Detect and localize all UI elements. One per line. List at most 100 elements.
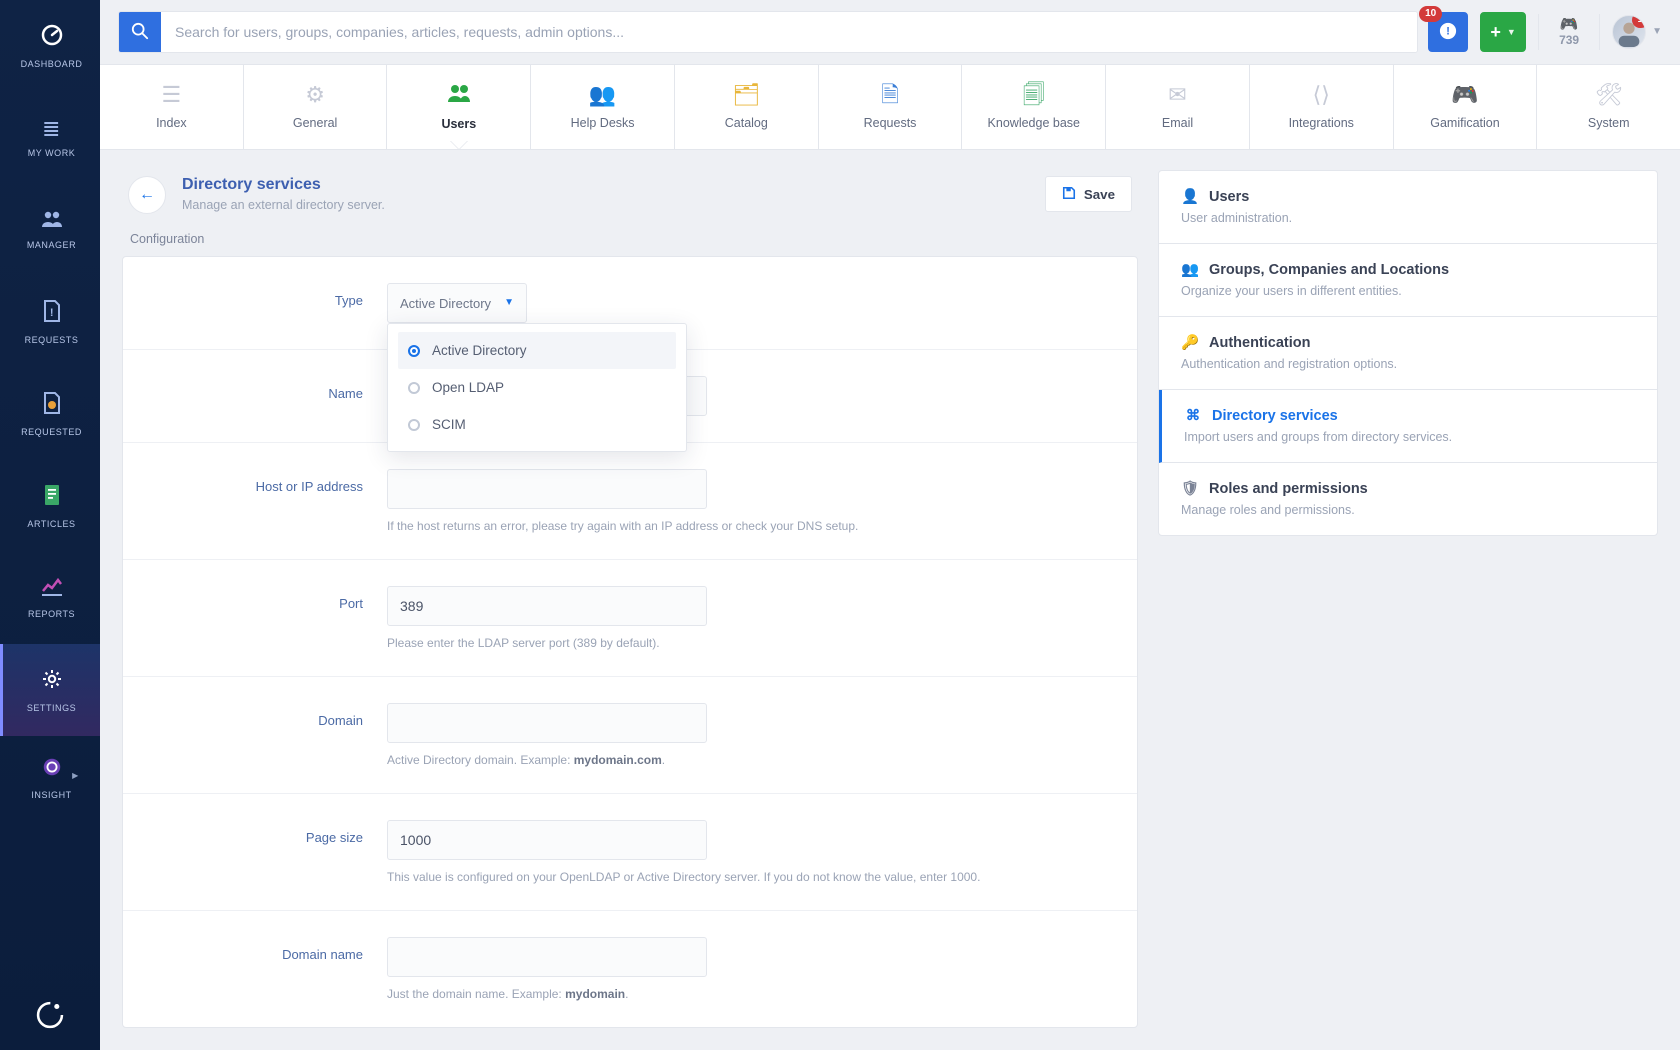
rail-item-dashboard[interactable]: DASHBOARD [0,0,100,92]
rail-item-insight[interactable]: INSIGHT ▶ [0,736,100,828]
tab-label: Catalog [725,116,768,130]
top-bar: 10 ! + ▼ 🎮 739 1 [100,0,1680,64]
users-subnav: 👤Users User administration. 👥 Groups, Com… [1158,170,1658,536]
tab-gamification[interactable]: 🎮Gamification [1394,65,1538,149]
save-label: Save [1084,187,1115,202]
rail-label: REPORTS [28,609,75,619]
gauge-icon [40,23,64,51]
rail-item-manager[interactable]: MANAGER [0,184,100,276]
rail-item-reports[interactable]: REPORTS [0,552,100,644]
save-button[interactable]: Save [1045,176,1132,212]
domain-name-help: Just the domain name. Example: mydomain. [387,987,1107,1001]
user-icon: 👤 [1181,190,1199,205]
key-icon: 🔑 [1181,336,1199,351]
tab-label: Integrations [1289,116,1354,130]
search-button[interactable] [119,11,161,53]
doc-icon [42,483,62,511]
host-input[interactable] [387,469,707,509]
rail-label: REQUESTED [21,427,82,437]
helpdesk-icon: 👥 [589,84,616,106]
subnav-desc: Import users and groups from directory s… [1184,430,1635,444]
user-menu[interactable]: 1 ▼ [1612,15,1662,49]
type-option-scim[interactable]: SCIM [398,406,676,443]
subnav-title: Roles and permissions [1209,481,1368,497]
section-label: Configuration [130,232,1138,246]
subnav-desc: User administration. [1181,211,1635,225]
search-input[interactable] [161,12,1417,52]
gamepad-icon: 🎮 [1560,17,1579,32]
chevron-down-icon: ▼ [1507,28,1516,37]
file-alert-icon: 🗎 [881,84,899,106]
tab-users[interactable]: Users [387,65,531,149]
chevron-down-icon: ▼ [504,298,514,308]
tab-kb[interactable]: 🗐 Knowledge base [962,65,1106,149]
subnav-auth[interactable]: 🔑Authentication Authentication and regis… [1159,317,1657,390]
tab-integrations[interactable]: ⟨⟩ Integrations [1250,65,1394,149]
chevron-right-icon: ▶ [72,772,79,780]
tab-helpdesks[interactable]: 👥 Help Desks [531,65,675,149]
page-title: Directory services [182,176,385,194]
rail-item-articles[interactable]: ARTICLES [0,460,100,552]
list-icon: ≣ [42,118,61,140]
tab-general[interactable]: ⚙General [244,65,388,149]
tab-label: Requests [864,116,917,130]
folder-icon: 🗂 [732,84,760,106]
tab-system[interactable]: 🛠System [1537,65,1680,149]
global-search [118,11,1418,53]
notifications-button[interactable]: 10 ! [1428,12,1468,52]
radio-icon [408,345,420,357]
page-subtitle: Manage an external directory server. [182,198,385,212]
plus-icon: + [1490,23,1501,41]
radio-icon [408,419,420,431]
rail-item-requested[interactable]: REQUESTED [0,368,100,460]
port-help: Please enter the LDAP server port (389 b… [387,636,1107,650]
row-type: Type Active Directory ▼ Active Directory… [123,257,1137,350]
search-icon [131,22,149,42]
file-icon: ! [42,299,62,327]
page-header: ← Directory services Manage an external … [122,170,1138,228]
tab-label: Help Desks [571,116,635,130]
type-option-open-ldap[interactable]: Open LDAP [398,369,676,406]
type-option-active-directory[interactable]: Active Directory [398,332,676,369]
rail-item-mywork[interactable]: ≣ MY WORK [0,92,100,184]
tab-email[interactable]: ✉Email [1106,65,1250,149]
port-input[interactable] [387,586,707,626]
tab-index[interactable]: ☰ Index [100,65,244,149]
sitemap-icon: ⌘ [1184,409,1202,424]
domain-name-input[interactable] [387,937,707,977]
gauge-icon [41,756,63,782]
option-label: Active Directory [432,343,527,358]
rail-item-settings[interactable]: SETTINGS [0,644,100,736]
tab-requests[interactable]: 🗎 Requests [819,65,963,149]
domain-input[interactable] [387,703,707,743]
subnav-roles[interactable]: 🛡Roles and permissions Manage roles and … [1159,463,1657,535]
row-page-size: Page size This value is configured on yo… [123,794,1137,911]
rail-item-requests[interactable]: ! REQUESTS [0,276,100,368]
label-port: Port [153,586,363,611]
users-icon: 👥 [1181,263,1199,278]
index-icon: ☰ [162,84,182,106]
subnav-title: Directory services [1212,408,1338,424]
subnav-directory[interactable]: ⌘ Directory services Import users and gro… [1159,390,1657,463]
back-button[interactable]: ← [128,176,166,214]
arrow-left-icon: ← [139,187,155,203]
doc-icon: 🗐 [1023,84,1045,106]
rail-label: ARTICLES [27,519,75,529]
alert-icon: ! [1439,22,1457,42]
tab-label: Index [156,116,187,130]
subnav-groups[interactable]: 👥Groups, Companies and Locations Organiz… [1159,244,1657,317]
points-display[interactable]: 🎮 739 [1551,17,1587,47]
tab-catalog[interactable]: 🗂 Catalog [675,65,819,149]
tab-label: Knowledge base [988,116,1080,130]
avatar: 1 [1612,15,1646,49]
subnav-title: Groups, Companies and Locations [1209,262,1449,278]
subnav-users[interactable]: 👤Users User administration. [1159,171,1657,244]
type-select[interactable]: Active Directory ▼ [387,283,527,323]
code-icon: ⟨⟩ [1313,84,1330,106]
clock-file-icon [42,391,62,419]
points-value: 739 [1559,33,1579,47]
create-button[interactable]: + ▼ [1480,12,1526,52]
settings-tabs: ☰ Index ⚙General Users 👥 Help Desks 🗂 Catal… [100,64,1680,150]
tools-icon: 🛠 [1595,84,1623,106]
page-size-input[interactable] [387,820,707,860]
